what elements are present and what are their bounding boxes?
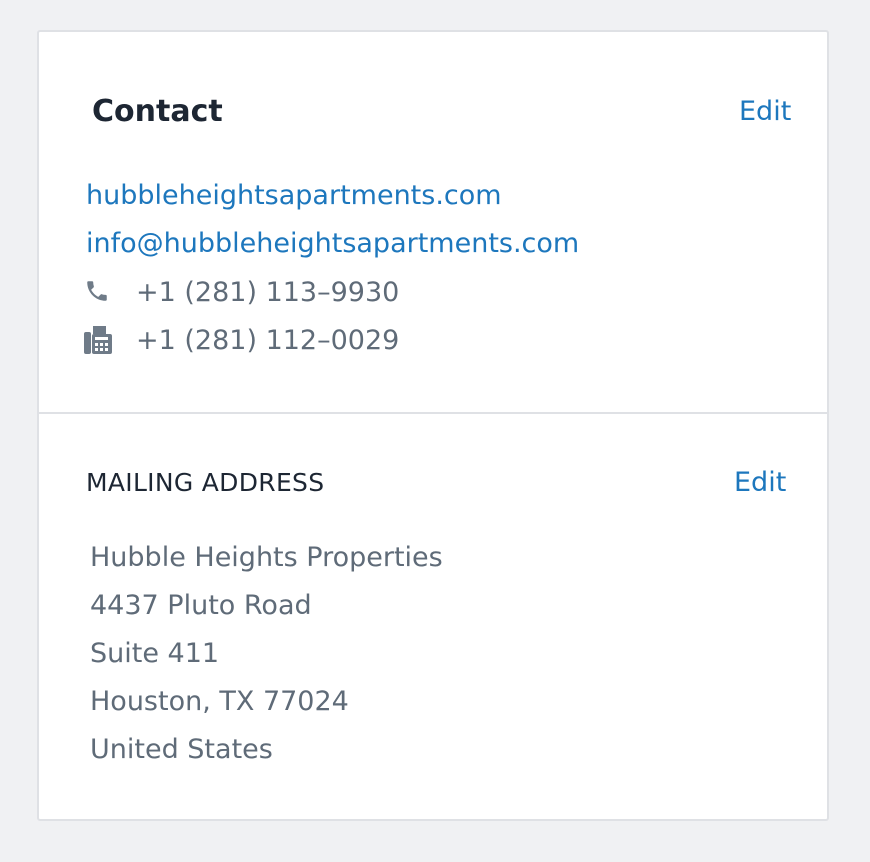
fax-row: +1 (281) 112–0029: [84, 323, 684, 359]
phone-row: +1 (281) 113–9930: [84, 275, 684, 311]
address-line-name: Hubble Heights Properties: [90, 542, 443, 573]
contact-card: Contact Edit hubbleheightsapartments.com…: [37, 30, 829, 821]
edit-contact-link[interactable]: Edit: [739, 94, 791, 130]
address-line-city: Houston, TX 77024: [90, 686, 349, 717]
phone-number: +1 (281) 113–9930: [136, 277, 400, 308]
edit-mailing-address-link[interactable]: Edit: [734, 465, 786, 501]
contact-section: Contact Edit hubbleheightsapartments.com…: [39, 32, 827, 413]
contact-title: Contact: [92, 94, 223, 129]
fax-icon: [84, 326, 114, 356]
fax-number: +1 (281) 112–0029: [136, 325, 400, 356]
email-link[interactable]: info@hubbleheightsapartments.com: [86, 226, 579, 262]
address-line-suite: Suite 411: [90, 638, 220, 669]
website-link[interactable]: hubbleheightsapartments.com: [86, 178, 502, 214]
address-line-street: 4437 Pluto Road: [90, 590, 312, 621]
address-line-country: United States: [90, 734, 273, 765]
phone-icon: [84, 278, 114, 308]
mailing-address-heading: MAILING ADDRESS: [86, 468, 325, 497]
section-divider: [39, 412, 827, 414]
